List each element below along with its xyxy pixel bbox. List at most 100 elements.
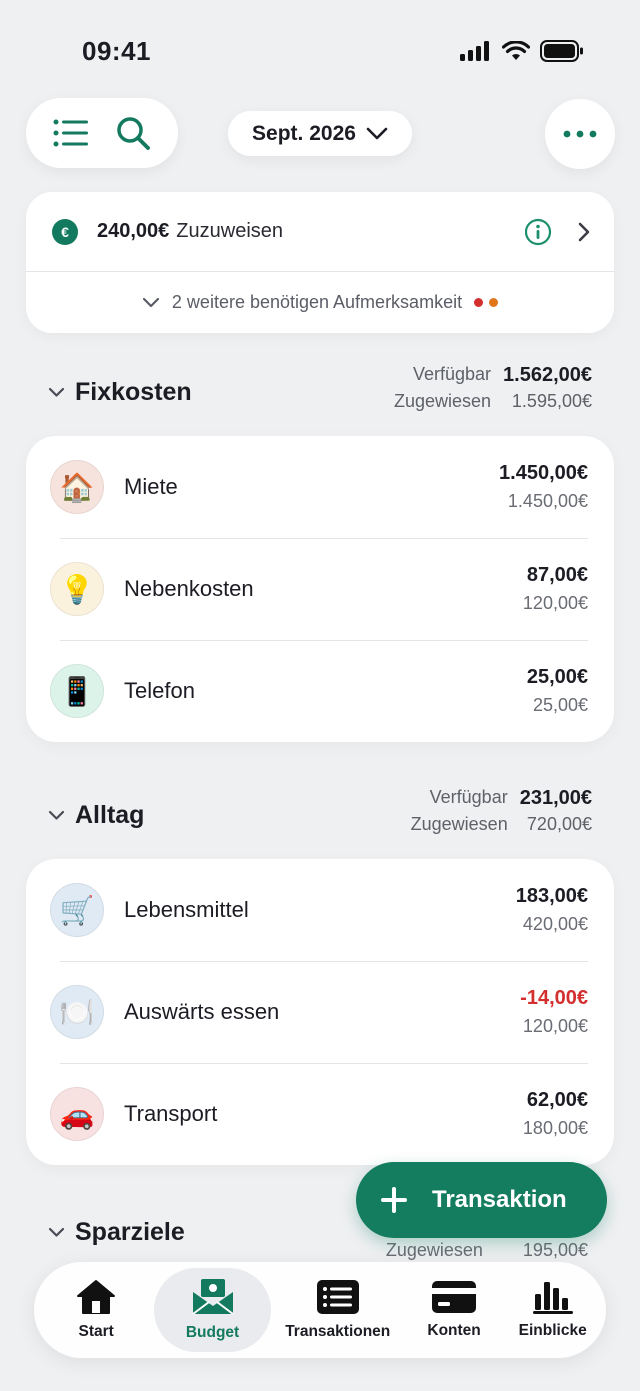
assigned-amount: 25,00€ xyxy=(532,695,588,715)
available-amount: 183,00€ xyxy=(515,885,588,907)
euro-icon: € xyxy=(52,218,78,245)
category-name: Nebenkosten xyxy=(124,576,254,601)
group-stats: Zugewiesen 195,00€ xyxy=(386,1240,588,1261)
available-amount: 1.450,00€ xyxy=(499,462,588,484)
assigned-amount: 120,00€ xyxy=(522,593,588,613)
info-icon[interactable] xyxy=(524,218,552,246)
tab-konten[interactable]: Konten xyxy=(405,1268,504,1352)
status-dot-orange xyxy=(489,298,499,307)
category-amounts: 87,00€ 120,00€ xyxy=(523,564,588,614)
group-stats: Verfügbar 231,00€ Zugewiesen 720,00€ xyxy=(411,787,592,835)
category-row-lebensmittel[interactable]: 🛒 Lebensmittel 183,00€ 420,00€ xyxy=(26,859,614,961)
category-row-miete[interactable]: 🏠 Miete 1.450,00€ 1.450,00€ xyxy=(26,436,614,538)
list-icon[interactable] xyxy=(53,119,89,147)
budget-envelope-icon xyxy=(191,1279,234,1315)
assign-row[interactable]: € 240,00€ Zuzuweisen xyxy=(26,192,614,272)
category-row-nebenkosten[interactable]: 💡 Nebenkosten 87,00€ 120,00€ xyxy=(26,538,614,640)
status-time: 09:41 xyxy=(82,36,151,66)
light-bulb-icon: 💡 xyxy=(50,562,104,616)
tab-label: Budget xyxy=(185,1324,240,1341)
status-dot-red xyxy=(474,298,484,307)
status-bar: 09:41 xyxy=(0,0,640,100)
category-card-fixkosten: 🏠 Miete 1.450,00€ 1.450,00€ 💡 Nebenkoste… xyxy=(26,436,614,742)
more-button[interactable] xyxy=(545,99,615,169)
group-header-fixkosten[interactable]: Fixkosten Verfügbar 1.562,00€ Zugewiesen… xyxy=(48,362,592,422)
chevron-right-icon xyxy=(578,222,590,241)
category-amounts: 183,00€ 420,00€ xyxy=(516,885,588,935)
assigned-label: Zugewiesen xyxy=(393,391,492,411)
tab-transaktionen[interactable]: Transaktionen xyxy=(271,1268,405,1352)
category-amounts: 62,00€ 180,00€ xyxy=(523,1089,588,1139)
available-amount: 87,00€ xyxy=(526,564,588,586)
available-value: 231,00€ xyxy=(519,787,592,809)
category-name: Auswärts essen xyxy=(124,999,280,1024)
more-icon xyxy=(563,130,597,138)
month-selector[interactable]: Sept. 2026 xyxy=(228,111,412,156)
bar-chart-icon xyxy=(532,1282,573,1314)
tab-label: Transaktionen xyxy=(285,1323,391,1340)
group-title: Alltag xyxy=(48,801,144,830)
group-title-text: Alltag xyxy=(75,801,145,829)
available-amount: -14,00€ xyxy=(520,987,588,1009)
chevron-down-icon xyxy=(48,1227,65,1237)
category-name: Miete xyxy=(124,474,178,499)
attention-dots xyxy=(474,298,499,307)
category-row-auswaerts-essen[interactable]: 🍽️ Auswärts essen -14,00€ 120,00€ xyxy=(26,961,614,1063)
plus-icon xyxy=(381,1187,407,1213)
assign-amount: 240,00€ xyxy=(97,220,170,242)
available-label: Verfügbar xyxy=(429,787,508,807)
assigned-value: 720,00€ xyxy=(526,814,592,834)
tab-budget[interactable]: Budget xyxy=(154,1268,271,1352)
assigned-amount: 180,00€ xyxy=(522,1118,588,1138)
signal-icon xyxy=(460,41,489,61)
attention-row[interactable]: 2 weitere benötigen Aufmerksamkeit xyxy=(26,272,614,333)
tab-einblicke[interactable]: Einblicke xyxy=(503,1268,602,1352)
category-card-alltag: 🛒 Lebensmittel 183,00€ 420,00€ 🍽️ Auswär… xyxy=(26,859,614,1165)
add-transaction-label: Transaktion xyxy=(432,1186,567,1213)
tab-label: Konten xyxy=(427,1322,481,1339)
assigned-amount: 120,00€ xyxy=(522,1016,588,1036)
category-amounts: 1.450,00€ 1.450,00€ xyxy=(499,462,588,512)
assigned-value: 195,00€ xyxy=(522,1240,588,1260)
assign-actions xyxy=(524,218,590,246)
phone-icon: 📱 xyxy=(50,664,104,718)
assigned-amount: 1.450,00€ xyxy=(507,491,588,511)
status-icons xyxy=(460,40,584,62)
chevron-down-icon xyxy=(48,810,65,820)
category-amounts: -14,00€ 120,00€ xyxy=(520,987,588,1037)
tab-start[interactable]: Start xyxy=(38,1268,154,1352)
category-amounts: 25,00€ 25,00€ xyxy=(527,666,588,716)
shopping-cart-icon: 🛒 xyxy=(50,883,104,937)
plate-cutlery-icon: 🍽️ xyxy=(50,985,104,1039)
assigned-label: Zugewiesen xyxy=(385,1240,483,1260)
category-row-transport[interactable]: 🚗 Transport 62,00€ 180,00€ xyxy=(26,1063,614,1165)
chevron-down-icon xyxy=(142,297,160,308)
group-title: Sparziele xyxy=(48,1218,185,1247)
list-icon xyxy=(316,1280,359,1314)
house-icon: 🏠 xyxy=(50,460,104,514)
tab-label: Start xyxy=(78,1323,114,1340)
assigned-amount: 420,00€ xyxy=(522,914,588,934)
category-row-telefon[interactable]: 📱 Telefon 25,00€ 25,00€ xyxy=(26,640,614,742)
group-title-text: Fixkosten xyxy=(75,378,192,406)
group-title-text: Sparziele xyxy=(75,1218,185,1246)
battery-icon xyxy=(540,40,583,62)
header-actions xyxy=(26,98,178,168)
home-icon xyxy=(77,1280,116,1314)
available-label: Verfügbar xyxy=(412,364,492,384)
available-amount: 62,00€ xyxy=(526,1089,588,1111)
chevron-down-icon xyxy=(366,127,388,139)
tab-bar: Start Budget Transaktionen Konten Einbli… xyxy=(34,1262,606,1358)
month-label: Sept. 2026 xyxy=(252,121,356,145)
group-header-alltag[interactable]: Alltag Verfügbar 231,00€ Zugewiesen 720,… xyxy=(48,785,592,845)
add-transaction-button[interactable]: Transaktion xyxy=(356,1162,607,1238)
category-name: Transport xyxy=(124,1101,218,1126)
assigned-value: 1.595,00€ xyxy=(511,391,592,411)
tab-label: Einblicke xyxy=(518,1322,587,1339)
group-stats: Verfügbar 1.562,00€ Zugewiesen 1.595,00€ xyxy=(394,364,592,412)
assign-card: € 240,00€ Zuzuweisen 2 weitere benötigen… xyxy=(26,192,614,333)
available-value: 1.562,00€ xyxy=(503,364,592,386)
search-icon[interactable] xyxy=(115,115,151,151)
available-amount: 25,00€ xyxy=(526,666,588,688)
card-icon xyxy=(432,1281,477,1313)
